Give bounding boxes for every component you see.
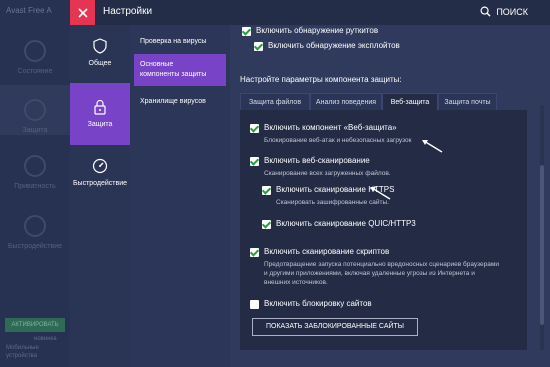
background-app-title: Avast Free A — [6, 6, 52, 15]
dialog-topbar: Настройки ПОИСК — [70, 0, 550, 25]
search-button[interactable]: ПОИСК — [480, 6, 528, 17]
content-scrollbar[interactable] — [540, 105, 544, 350]
subnav-virus-scan[interactable]: Проверка на вирусы — [134, 33, 226, 51]
section-heading: Настройте параметры компонента защиты: — [240, 75, 402, 84]
scripts-description-line3: внешних источников. — [264, 279, 328, 286]
web-shield-checkbox[interactable] — [250, 124, 259, 133]
web-shield-panel: Включить компонент «Веб-защита» Блокиров… — [240, 110, 527, 350]
dialog-title: Настройки — [103, 6, 153, 17]
quic-checkbox[interactable] — [262, 220, 271, 229]
quic-label: Включить сканирование QUIC/HTTP3 — [276, 219, 416, 228]
web-scan-label: Включить веб-сканирование — [264, 156, 370, 165]
scripts-label: Включить сканирование скриптов — [264, 247, 390, 256]
close-button[interactable] — [70, 0, 95, 25]
bg-item-status: Состояние — [0, 40, 70, 75]
tab-file-shield[interactable]: Защита файлов — [240, 93, 310, 110]
web-shield-description: Блокирование веб-атак и небезопасных заг… — [264, 137, 412, 144]
shield-tabs: Защита файлов Анализ поведения Веб-защит… — [240, 93, 527, 110]
status-icon — [24, 40, 46, 62]
performance-icon — [24, 215, 46, 237]
settings-category-nav: Общее Защита Быстродействие — [70, 25, 130, 367]
protection-subnav: Проверка на вирусы Основные компоненты з… — [130, 25, 230, 367]
search-icon — [480, 6, 491, 17]
rootkit-checkbox[interactable] — [242, 27, 251, 36]
bg-mobile-devices: Мобильные устройства — [6, 345, 39, 359]
annotation-arrow-icon — [370, 187, 391, 200]
bg-item-protection: Защита — [0, 85, 70, 135]
block-sites-label: Включить блокировку сайтов — [264, 299, 372, 308]
nav-performance[interactable]: Быстродействие — [70, 147, 130, 205]
subnav-core-shields[interactable]: Основные компоненты защиты — [134, 54, 226, 86]
web-scan-description: Сканирование всех загруженных файлов. — [264, 170, 391, 177]
bg-new-badge: новинка — [34, 336, 57, 342]
close-icon — [77, 7, 88, 18]
annotation-arrow-icon — [422, 140, 443, 153]
exploit-checkbox[interactable] — [254, 42, 263, 51]
block-sites-checkbox[interactable] — [250, 300, 259, 309]
shield-icon — [93, 38, 107, 54]
bg-item-performance: Быстродействие — [0, 215, 70, 250]
tab-web-shield[interactable]: Веб-защита — [382, 93, 438, 110]
gauge-icon — [92, 158, 108, 174]
search-label: ПОИСК — [496, 6, 528, 17]
tab-mail-shield[interactable]: Защита почты — [438, 93, 497, 110]
background-app-sidebar: Avast Free A Состояние Защита Приватност… — [0, 0, 70, 367]
protection-icon — [24, 99, 46, 121]
privacy-icon — [24, 155, 46, 177]
bg-activate-button: АКТИВИРОВАТЬ — [5, 318, 65, 332]
web-scan-checkbox[interactable] — [250, 157, 259, 166]
rootkit-label: Включить обнаружение руткитов — [256, 26, 379, 35]
subnav-virus-chest[interactable]: Хранилище вирусов — [134, 93, 226, 111]
tab-behavior-shield[interactable]: Анализ поведения — [310, 93, 382, 110]
scripts-checkbox[interactable] — [250, 248, 259, 257]
nav-general[interactable]: Общее — [70, 25, 130, 83]
settings-content: Включить обнаружение руткитов Включить о… — [230, 25, 550, 367]
https-checkbox[interactable] — [262, 186, 271, 195]
settings-dialog: Настройки ПОИСК Общее Защита Быстродейст… — [70, 0, 550, 367]
scripts-description-line1: Предотвращение запуска потенциально вред… — [264, 261, 499, 268]
nav-protection[interactable]: Защита — [70, 83, 130, 145]
scrollbar-thumb[interactable] — [540, 165, 544, 325]
bg-item-privacy: Приватность — [0, 155, 70, 190]
show-blocked-sites-button[interactable]: ПОКАЗАТЬ ЗАБЛОКИРОВАННЫЕ САЙТЫ — [252, 318, 418, 336]
scripts-description-line2: и другими приложениями, включая удаленны… — [264, 270, 475, 277]
exploit-label: Включить обнаружение эксплойтов — [268, 41, 400, 50]
web-shield-label: Включить компонент «Веб-защита» — [264, 123, 397, 132]
lock-icon — [94, 99, 106, 115]
